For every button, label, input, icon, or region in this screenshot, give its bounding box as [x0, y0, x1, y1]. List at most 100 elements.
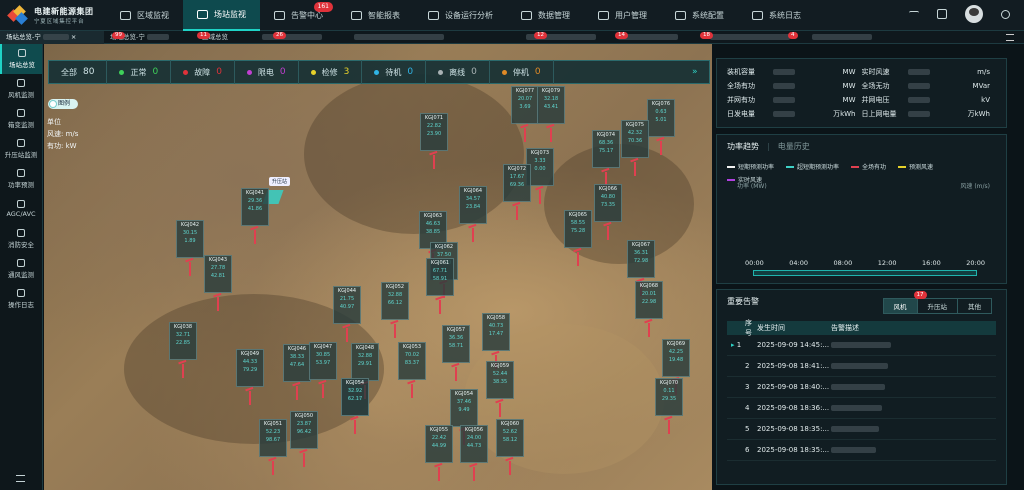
turbine-wind: 36.36 [448, 335, 464, 341]
nav-user[interactable]: 用户管理 [584, 0, 661, 31]
turbine-card[interactable]: KGJ057 36.36 58.71 [442, 325, 470, 363]
time-tick: 04:00 [789, 259, 808, 267]
turbine-card[interactable]: KGJ051 52.23 98.67 [259, 419, 287, 457]
status-0[interactable]: 正常 0 [107, 60, 172, 84]
turbine-card[interactable]: KGJ054 37.46 9.49 [450, 389, 478, 427]
status-expand-icon[interactable]: » [692, 67, 698, 77]
turbine-card[interactable]: KGJ075 42.32 70.36 [621, 120, 649, 158]
turbine-card[interactable]: KGJ069 42.25 19.48 [662, 339, 690, 377]
sidebar-item-0[interactable]: 场站总览 [0, 44, 42, 74]
turbine-card[interactable]: KGJ064 34.57 23.84 [459, 186, 487, 224]
nav-chart[interactable]: 智能报表 [337, 0, 414, 31]
turbine-card[interactable]: KGJ044 21.75 40.97 [333, 286, 361, 324]
turbine-card[interactable]: KGJ049 44.33 79.29 [236, 349, 264, 387]
status-5[interactable]: 离线 0 [426, 60, 490, 84]
alarm-row[interactable]: 6 2025-09-08 18:35:... [727, 440, 996, 461]
turbine-marker-icon [394, 324, 396, 338]
nav-screen[interactable]: 场站监视 [183, 0, 260, 31]
turbine-card[interactable]: KGJ077 20.07 3.69 [511, 86, 539, 124]
tab-menu-icon[interactable] [1006, 34, 1014, 41]
alarm-row[interactable]: 5 2025-09-08 18:35:... [727, 419, 996, 440]
status-3[interactable]: 检修 3 [299, 60, 363, 84]
turbine-card[interactable]: KGJ052 32.88 66.12 [381, 282, 409, 320]
turbine-card[interactable]: KGJ054 32.92 62.17 [341, 378, 369, 416]
turbine-card[interactable]: KGJ043 27.78 42.81 [204, 255, 232, 293]
turbine-card[interactable]: KGJ065 58.55 75.28 [564, 210, 592, 248]
turbine-card[interactable]: KGJ070 0.11 29.35 [655, 378, 683, 416]
status-2[interactable]: 限电 0 [235, 60, 299, 84]
turbine-card[interactable]: KGJ068 20.01 22.98 [635, 281, 663, 319]
turbine-power: 62.17 [347, 396, 363, 402]
turbine-power: 44.73 [466, 443, 482, 449]
turbine-card[interactable]: KGJ056 24.00 44.73 [460, 425, 488, 463]
alarm-row[interactable]: 2 2025-09-08 18:41:... [727, 356, 996, 377]
turbine-card[interactable]: KGJ059 52.44 38.35 [486, 361, 514, 399]
sidebar-item-8[interactable]: 操作日志 [0, 284, 42, 314]
energy-history-tab[interactable]: 电量历史 [778, 141, 810, 152]
sidebar-item-6[interactable]: 消防安全 [0, 224, 42, 254]
turbine-id: KGJ062 [434, 244, 454, 250]
sidebar-item-7[interactable]: 通风监测 [0, 254, 42, 284]
nav-monitor[interactable]: 区域监视 [106, 0, 183, 31]
sidebar-item-2[interactable]: 箱变监测 [0, 104, 42, 134]
sidebar-icon [17, 109, 25, 117]
user-avatar[interactable] [965, 5, 983, 23]
important-alarm-panel: 重要告警 风机 17 升压站 其他 序号 发生时间 告警描述 ▸ 1 2025-09-0… [716, 289, 1007, 485]
turbine-card[interactable]: KGJ046 38.33 47.64 [283, 344, 311, 382]
turbine-card[interactable]: KGJ055 22.42 44.99 [425, 425, 453, 463]
alarm-row[interactable]: ▸ 1 2025-09-09 14:45:... [727, 335, 996, 356]
turbine-card[interactable]: KGJ058 40.73 17.47 [482, 313, 510, 351]
nav-data[interactable]: 数据管理 [507, 0, 584, 31]
turbine-card[interactable]: KGJ076 0.63 5.01 [647, 99, 675, 137]
time-range-slider[interactable] [753, 270, 977, 276]
status-6[interactable]: 停机 0 [490, 60, 554, 84]
station-map[interactable] [44, 44, 712, 490]
turbine-card[interactable]: KGJ042 30.15 1.89 [176, 220, 204, 258]
turbine-card[interactable]: KGJ050 23.87 96.42 [290, 411, 318, 449]
kpi-item: 并网有功 MW [727, 95, 862, 105]
sidebar-collapse-icon[interactable] [16, 475, 25, 482]
nav-gear-analysis[interactable]: 设备运行分析 [414, 0, 507, 31]
user-menu-icon[interactable] [1001, 9, 1010, 19]
sidebar-item-1[interactable]: 风机监测 [0, 74, 42, 104]
sidebar-item-3[interactable]: 升压站监测 [0, 134, 42, 164]
turbine-card[interactable]: KGJ071 22.82 23.90 [420, 113, 448, 151]
turbine-card[interactable]: KGJ038 32.71 22.85 [169, 322, 197, 360]
turbine-card[interactable]: KGJ061 67.71 58.91 [426, 258, 454, 296]
turbine-id: KGJ056 [464, 427, 484, 433]
fullscreen-icon[interactable] [937, 9, 947, 19]
turbine-card[interactable]: KGJ053 70.02 83.37 [398, 342, 426, 380]
alarm-row[interactable]: 4 2025-09-08 18:36:... [727, 398, 996, 419]
turbine-card[interactable]: KGJ041 29.36 41.86 [241, 188, 269, 226]
alarm-tab-turbine[interactable]: 风机 17 [883, 291, 927, 313]
turbine-card[interactable]: KGJ079 32.18 43.41 [537, 86, 565, 124]
nav-log[interactable]: 系统日志 [738, 0, 815, 31]
status-label: 停机 [512, 67, 529, 77]
tab-station-overview-1[interactable]: 场站总览-宁 × [0, 31, 104, 44]
turbine-card[interactable]: KGJ060 52.62 58.12 [496, 419, 524, 457]
alarm-row[interactable]: 3 2025-09-08 18:40:... [727, 377, 996, 398]
alarm-tab-substation[interactable]: 升压站 [918, 299, 958, 313]
turbine-card[interactable]: KGJ066 40.80 73.35 [594, 184, 622, 222]
nav-settings[interactable]: 系统配置 [661, 0, 738, 31]
status-1[interactable]: 故障 0 [171, 60, 235, 84]
collapse-icon[interactable] [909, 11, 919, 17]
nav-alarm[interactable]: 告警中心 161 [260, 0, 337, 31]
status-4[interactable]: 待机 0 [362, 60, 427, 84]
sidebar-item-5[interactable]: AGC/AVC [0, 194, 42, 224]
sidebar-item-4[interactable]: 功率预测 [0, 164, 42, 194]
turbine-card[interactable]: KGJ048 32.88 29.91 [351, 343, 379, 381]
alarm-tab-other[interactable]: 其他 [958, 299, 991, 313]
turbine-card[interactable]: KGJ074 68.36 75.17 [592, 130, 620, 168]
power-trend-tab[interactable]: 功率趋势 [727, 141, 759, 152]
status-all[interactable]: 全部 80 [49, 60, 108, 84]
kpi-value [773, 69, 795, 75]
sidebar-icon [17, 169, 25, 177]
turbine-card[interactable]: KGJ047 30.85 53.97 [309, 342, 337, 380]
turbine-id: KGJ061 [430, 260, 450, 266]
alarm-time: 2025-09-09 14:45:... [757, 341, 830, 349]
turbine-card[interactable]: KGJ072 17.67 69.36 [503, 164, 531, 202]
legend-label: 预测风速 [909, 164, 934, 171]
legend-toggle[interactable]: 图例 [48, 99, 78, 109]
turbine-card[interactable]: KGJ067 36.31 72.98 [627, 240, 655, 278]
